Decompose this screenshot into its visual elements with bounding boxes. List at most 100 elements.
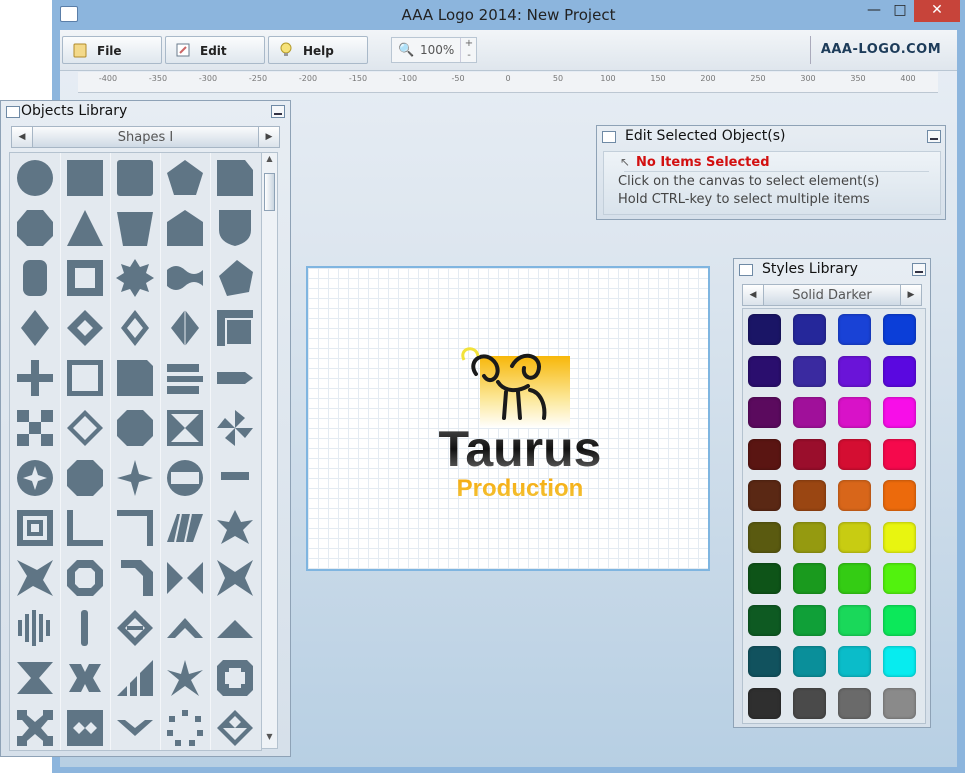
style-swatch[interactable] [833,475,878,517]
design-canvas[interactable]: Taurus Production [306,266,710,571]
shape-tile-checker[interactable] [10,403,60,453]
shape-tile-small-bar[interactable] [210,453,260,503]
shape-tile-cut-square[interactable] [210,153,260,203]
style-swatch[interactable] [878,641,923,683]
shape-tile-l-corner[interactable] [60,503,110,553]
shape-tile-chevron-down[interactable] [110,703,160,750]
brand-link[interactable]: AAA-LOGO.COM [810,36,951,64]
shapes-category-selector[interactable]: ◀ Shapes I ▶ [11,126,280,148]
shape-tile-rounded-square[interactable] [110,153,160,203]
objects-library-minimize-button[interactable] [271,105,285,118]
edit-button[interactable]: Edit [165,36,265,64]
shape-tile-layered-square[interactable] [210,303,260,353]
shape-tile-square-outline[interactable] [60,353,110,403]
shape-tile-heptagon-big[interactable] [60,453,110,503]
shape-tile-frame-diamond[interactable] [60,303,110,353]
shapes-scrollbar[interactable]: ▲ ▼ [261,152,278,749]
style-swatch[interactable] [833,558,878,600]
shape-tile-cross-frame[interactable] [210,653,260,703]
shape-tile-circle[interactable] [10,153,60,203]
shape-tile-heptagon[interactable] [10,203,60,253]
shape-tile-diamond-outline[interactable] [60,403,110,453]
style-swatch[interactable] [878,600,923,642]
style-swatch[interactable] [788,641,833,683]
style-swatch[interactable] [743,351,788,393]
next-style-category-button[interactable]: ▶ [900,284,922,306]
shape-tile-pentagon[interactable] [160,153,210,203]
style-swatch[interactable] [788,392,833,434]
style-swatch[interactable] [788,558,833,600]
maximize-button[interactable]: □ [888,0,912,22]
style-swatch[interactable] [788,475,833,517]
style-swatch[interactable] [878,475,923,517]
shape-tile-swirl-star[interactable] [210,503,260,553]
shape-tile-plus[interactable] [10,353,60,403]
shape-tile-parallelogram-stripes[interactable] [160,503,210,553]
shape-tile-pinwheel[interactable] [210,403,260,453]
shape-tile-k-shape[interactable] [10,653,60,703]
shape-tile-square[interactable] [60,153,110,203]
style-swatch[interactable] [878,517,923,559]
style-swatch[interactable] [833,683,878,724]
close-button[interactable]: ✕ [914,0,960,22]
style-swatch[interactable] [788,683,833,724]
style-swatch[interactable] [833,309,878,351]
shape-tile-folded-square[interactable] [110,353,160,403]
shape-tile-bar-burst[interactable] [10,603,60,653]
styles-category-selector[interactable]: ◀ Solid Darker ▶ [742,284,922,306]
shape-tile-triangle[interactable] [60,203,110,253]
shape-tile-house-pentagon[interactable] [160,203,210,253]
shape-tile-diamond[interactable] [10,303,60,353]
shape-tile-concave-star[interactable] [10,553,60,603]
style-swatch[interactable] [743,683,788,724]
shape-tile-diamond-lattice[interactable] [210,703,260,750]
style-swatch[interactable] [878,351,923,393]
style-swatch[interactable] [878,683,923,724]
shape-tile-triangle-square[interactable] [160,403,210,453]
shape-tile-chevron-up-2[interactable] [210,603,260,653]
shape-tile-corner-bracket[interactable] [110,503,160,553]
shape-tile-shield[interactable] [210,203,260,253]
edit-panel-minimize-button[interactable] [927,130,941,143]
shape-tile-circle-star[interactable] [10,453,60,503]
style-swatch[interactable] [743,309,788,351]
style-swatch[interactable] [788,517,833,559]
style-swatch[interactable] [743,517,788,559]
style-swatch[interactable] [878,434,923,476]
shape-tile-ascending-bars[interactable] [110,653,160,703]
shape-tile-square-frame[interactable] [60,253,110,303]
shape-tile-stadium[interactable] [10,253,60,303]
shape-tile-arrow-right[interactable] [210,353,260,403]
style-swatch[interactable] [743,434,788,476]
zoom-control[interactable]: 🔍 100% + - [391,37,477,63]
style-swatch[interactable] [833,434,878,476]
scroll-thumb[interactable] [264,173,275,211]
style-swatch[interactable] [833,517,878,559]
shape-tile-arrow-stack[interactable] [160,353,210,403]
style-swatch[interactable] [788,600,833,642]
shape-tile-butterfly[interactable] [210,553,260,603]
shape-tile-hook-shape[interactable] [110,553,160,603]
style-swatch[interactable] [788,434,833,476]
shape-tile-square-notch[interactable] [60,703,110,750]
shape-tile-star4[interactable] [110,453,160,503]
style-swatch[interactable] [788,351,833,393]
scroll-down-arrow[interactable]: ▼ [263,732,276,747]
zoom-in-button[interactable]: + [460,38,477,50]
shape-tile-square-spiral[interactable] [10,503,60,553]
style-swatch[interactable] [833,351,878,393]
style-swatch[interactable] [878,392,923,434]
style-swatch[interactable] [743,392,788,434]
zoom-out-button[interactable]: - [460,50,477,62]
help-button[interactable]: Help [268,36,368,64]
shape-tile-square-x[interactable] [10,703,60,750]
shape-tile-dotted-ring[interactable] [160,703,210,750]
style-swatch[interactable] [743,475,788,517]
shape-tile-ninja-star[interactable] [160,653,210,703]
style-swatch[interactable] [878,309,923,351]
minimize-button[interactable]: — [862,0,886,22]
style-swatch[interactable] [833,392,878,434]
scroll-up-arrow[interactable]: ▲ [263,154,276,169]
shape-tile-chevron-up[interactable] [160,603,210,653]
shape-tile-x-shape[interactable] [60,653,110,703]
